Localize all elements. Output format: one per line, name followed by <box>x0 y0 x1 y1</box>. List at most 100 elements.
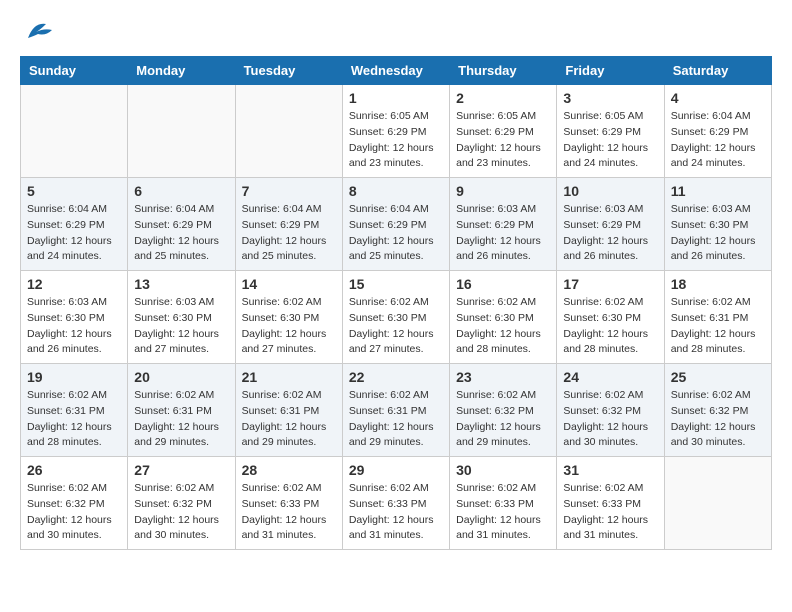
calendar-cell: 10 Sunrise: 6:03 AM Sunset: 6:29 PM Dayli… <box>557 178 664 271</box>
calendar-cell: 2 Sunrise: 6:05 AM Sunset: 6:29 PM Daylig… <box>450 85 557 178</box>
calendar-cell: 11Sunrise: 6:03 AM Sunset: 6:30 PM Dayli… <box>664 178 771 271</box>
day-info: Sunrise: 6:02 AM Sunset: 6:32 PM Dayligh… <box>134 481 228 544</box>
day-number: 16 <box>456 276 550 292</box>
calendar-cell: 27 Sunrise: 6:02 AM Sunset: 6:32 PM Dayli… <box>128 457 235 550</box>
day-number: 17 <box>563 276 657 292</box>
day-number: 26 <box>27 462 121 478</box>
calendar-cell: 20 Sunrise: 6:02 AM Sunset: 6:31 PM Dayli… <box>128 364 235 457</box>
day-number: 9 <box>456 183 550 199</box>
calendar-week-row: 1 Sunrise: 6:05 AM Sunset: 6:29 PM Daylig… <box>21 85 772 178</box>
day-number: 11 <box>671 183 765 199</box>
calendar-week-row: 19 Sunrise: 6:02 AM Sunset: 6:31 PM Dayli… <box>21 364 772 457</box>
day-number: 28 <box>242 462 336 478</box>
calendar-cell: 18 Sunrise: 6:02 AM Sunset: 6:31 PM Dayli… <box>664 271 771 364</box>
weekday-header: Tuesday <box>235 57 342 85</box>
day-number: 12 <box>27 276 121 292</box>
day-number: 30 <box>456 462 550 478</box>
day-info: Sunrise: 6:04 AM Sunset: 6:29 PM Dayligh… <box>349 202 443 265</box>
calendar-table: SundayMondayTuesdayWednesdayThursdayFrid… <box>20 56 772 550</box>
day-number: 21 <box>242 369 336 385</box>
day-info: Sunrise: 6:02 AM Sunset: 6:33 PM Dayligh… <box>349 481 443 544</box>
day-number: 22 <box>349 369 443 385</box>
day-info: Sunrise: 6:02 AM Sunset: 6:33 PM Dayligh… <box>456 481 550 544</box>
calendar-cell: 23 Sunrise: 6:02 AM Sunset: 6:32 PM Dayli… <box>450 364 557 457</box>
day-info: Sunrise: 6:02 AM Sunset: 6:31 PM Dayligh… <box>349 388 443 451</box>
day-number: 14 <box>242 276 336 292</box>
day-number: 18 <box>671 276 765 292</box>
day-info: Sunrise: 6:02 AM Sunset: 6:32 PM Dayligh… <box>671 388 765 451</box>
calendar-cell: 13 Sunrise: 6:03 AM Sunset: 6:30 PM Dayli… <box>128 271 235 364</box>
day-info: Sunrise: 6:05 AM Sunset: 6:29 PM Dayligh… <box>456 109 550 172</box>
logo <box>20 20 58 40</box>
weekday-header: Saturday <box>664 57 771 85</box>
day-number: 29 <box>349 462 443 478</box>
day-number: 5 <box>27 183 121 199</box>
calendar-cell: 3 Sunrise: 6:05 AM Sunset: 6:29 PM Daylig… <box>557 85 664 178</box>
day-info: Sunrise: 6:05 AM Sunset: 6:29 PM Dayligh… <box>349 109 443 172</box>
day-info: Sunrise: 6:02 AM Sunset: 6:32 PM Dayligh… <box>27 481 121 544</box>
day-number: 3 <box>563 90 657 106</box>
weekday-header: Sunday <box>21 57 128 85</box>
day-number: 15 <box>349 276 443 292</box>
calendar-cell: 31 Sunrise: 6:02 AM Sunset: 6:33 PM Dayli… <box>557 457 664 550</box>
calendar-cell: 24 Sunrise: 6:02 AM Sunset: 6:32 PM Dayli… <box>557 364 664 457</box>
calendar-cell: 21 Sunrise: 6:02 AM Sunset: 6:31 PM Dayli… <box>235 364 342 457</box>
day-info: Sunrise: 6:02 AM Sunset: 6:30 PM Dayligh… <box>349 295 443 358</box>
calendar-cell: 30 Sunrise: 6:02 AM Sunset: 6:33 PM Dayli… <box>450 457 557 550</box>
day-number: 10 <box>563 183 657 199</box>
day-number: 20 <box>134 369 228 385</box>
calendar-cell: 8 Sunrise: 6:04 AM Sunset: 6:29 PM Daylig… <box>342 178 449 271</box>
day-info: Sunrise: 6:02 AM Sunset: 6:31 PM Dayligh… <box>27 388 121 451</box>
day-info: Sunrise: 6:02 AM Sunset: 6:33 PM Dayligh… <box>563 481 657 544</box>
day-info: Sunrise: 6:02 AM Sunset: 6:30 PM Dayligh… <box>456 295 550 358</box>
day-info: Sunrise: 6:02 AM Sunset: 6:31 PM Dayligh… <box>671 295 765 358</box>
calendar-cell <box>235 85 342 178</box>
day-number: 8 <box>349 183 443 199</box>
weekday-header: Thursday <box>450 57 557 85</box>
day-info: Sunrise: 6:02 AM Sunset: 6:31 PM Dayligh… <box>134 388 228 451</box>
day-number: 27 <box>134 462 228 478</box>
day-number: 1 <box>349 90 443 106</box>
day-info: Sunrise: 6:04 AM Sunset: 6:29 PM Dayligh… <box>134 202 228 265</box>
calendar-cell: 17 Sunrise: 6:02 AM Sunset: 6:30 PM Dayli… <box>557 271 664 364</box>
day-info: Sunrise: 6:02 AM Sunset: 6:31 PM Dayligh… <box>242 388 336 451</box>
calendar-cell: 15 Sunrise: 6:02 AM Sunset: 6:30 PM Dayli… <box>342 271 449 364</box>
calendar-cell: 9 Sunrise: 6:03 AM Sunset: 6:29 PM Daylig… <box>450 178 557 271</box>
day-number: 24 <box>563 369 657 385</box>
calendar-cell: 16 Sunrise: 6:02 AM Sunset: 6:30 PM Dayli… <box>450 271 557 364</box>
calendar-cell: 19 Sunrise: 6:02 AM Sunset: 6:31 PM Dayli… <box>21 364 128 457</box>
day-info: Sunrise: 6:03 AM Sunset: 6:30 PM Dayligh… <box>134 295 228 358</box>
calendar-cell: 6Sunrise: 6:04 AM Sunset: 6:29 PM Daylig… <box>128 178 235 271</box>
calendar-header-row: SundayMondayTuesdayWednesdayThursdayFrid… <box>21 57 772 85</box>
day-info: Sunrise: 6:03 AM Sunset: 6:29 PM Dayligh… <box>563 202 657 265</box>
day-number: 13 <box>134 276 228 292</box>
page-header <box>20 20 772 40</box>
day-info: Sunrise: 6:02 AM Sunset: 6:30 PM Dayligh… <box>563 295 657 358</box>
day-number: 2 <box>456 90 550 106</box>
day-number: 31 <box>563 462 657 478</box>
weekday-header: Friday <box>557 57 664 85</box>
day-info: Sunrise: 6:04 AM Sunset: 6:29 PM Dayligh… <box>671 109 765 172</box>
calendar-cell: 25 Sunrise: 6:02 AM Sunset: 6:32 PM Dayli… <box>664 364 771 457</box>
calendar-cell <box>128 85 235 178</box>
calendar-cell: 7Sunrise: 6:04 AM Sunset: 6:29 PM Daylig… <box>235 178 342 271</box>
calendar-cell: 14Sunrise: 6:02 AM Sunset: 6:30 PM Dayli… <box>235 271 342 364</box>
calendar-cell: 5Sunrise: 6:04 AM Sunset: 6:29 PM Daylig… <box>21 178 128 271</box>
calendar-cell: 12 Sunrise: 6:03 AM Sunset: 6:30 PM Dayli… <box>21 271 128 364</box>
calendar-cell <box>21 85 128 178</box>
day-info: Sunrise: 6:02 AM Sunset: 6:33 PM Dayligh… <box>242 481 336 544</box>
day-number: 23 <box>456 369 550 385</box>
day-info: Sunrise: 6:03 AM Sunset: 6:30 PM Dayligh… <box>27 295 121 358</box>
calendar-week-row: 12 Sunrise: 6:03 AM Sunset: 6:30 PM Dayli… <box>21 271 772 364</box>
calendar-week-row: 5 Sunrise: 6:04 AM Sunset: 6:29 PM Daylig… <box>21 178 772 271</box>
day-number: 19 <box>27 369 121 385</box>
day-info: Sunrise: 6:02 AM Sunset: 6:32 PM Dayligh… <box>456 388 550 451</box>
weekday-header: Wednesday <box>342 57 449 85</box>
day-info: Sunrise: 6:02 AM Sunset: 6:32 PM Dayligh… <box>563 388 657 451</box>
day-info: Sunrise: 6:04 AM Sunset: 6:29 PM Dayligh… <box>242 202 336 265</box>
day-info: Sunrise: 6:05 AM Sunset: 6:29 PM Dayligh… <box>563 109 657 172</box>
day-number: 25 <box>671 369 765 385</box>
logo-bird-icon <box>26 20 54 40</box>
day-info: Sunrise: 6:03 AM Sunset: 6:29 PM Dayligh… <box>456 202 550 265</box>
calendar-week-row: 26 Sunrise: 6:02 AM Sunset: 6:32 PM Dayli… <box>21 457 772 550</box>
